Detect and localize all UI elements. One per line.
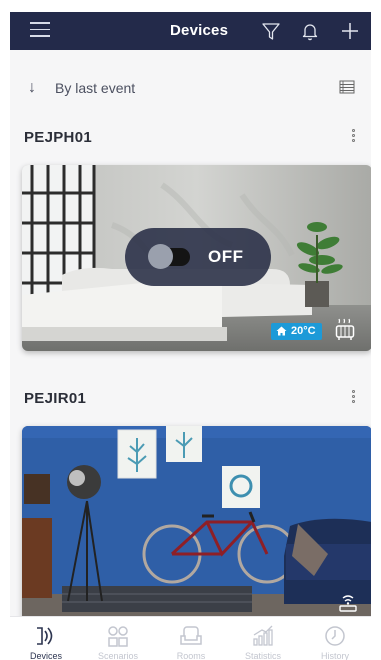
plus-icon[interactable] xyxy=(338,19,362,43)
temperature-badge: 20°C xyxy=(271,323,322,340)
device-card-pejph01[interactable]: OFF 20°C xyxy=(22,165,371,351)
heater-icon xyxy=(335,318,355,340)
tab-statistics[interactable]: Statistics xyxy=(227,617,299,660)
sort-bar[interactable]: ↓ By last event xyxy=(10,70,371,104)
tab-scenarios[interactable]: Scenarios xyxy=(82,617,154,660)
sort-arrow-icon[interactable]: ↓ xyxy=(28,79,36,97)
history-icon xyxy=(325,626,345,646)
blue-room-image xyxy=(22,426,371,626)
temperature-value: 20°C xyxy=(291,325,316,337)
filter-icon[interactable] xyxy=(259,19,283,43)
more-options-icon[interactable] xyxy=(349,388,357,408)
tab-label: Rooms xyxy=(176,651,206,660)
menu-icon[interactable] xyxy=(30,22,50,40)
device-name: PEJPH01 xyxy=(24,129,92,146)
power-toggle[interactable]: OFF xyxy=(125,228,271,286)
bell-icon[interactable] xyxy=(298,19,322,43)
devices-icon xyxy=(37,627,53,645)
tab-history[interactable]: History xyxy=(299,617,371,660)
device-card-pejir01[interactable] xyxy=(22,426,371,626)
tab-label: Devices xyxy=(29,651,62,660)
tab-label: Scenarios xyxy=(97,651,139,660)
sort-label[interactable]: By last event xyxy=(55,80,135,96)
more-options-icon[interactable] xyxy=(349,127,357,147)
scenarios-icon xyxy=(108,626,128,647)
toggle-knob xyxy=(148,244,173,269)
list-view-icon[interactable] xyxy=(339,80,355,94)
statistics-icon xyxy=(253,625,273,646)
tab-devices[interactable]: Devices xyxy=(10,617,82,660)
home-icon xyxy=(276,326,287,336)
top-bar: Devices xyxy=(10,12,371,50)
tab-label: History xyxy=(320,651,349,660)
power-state-label: OFF xyxy=(208,247,244,266)
router-icon xyxy=(339,595,357,612)
page-title: Devices xyxy=(170,22,229,39)
device-name: PEJIR01 xyxy=(24,390,87,407)
rooms-icon xyxy=(180,626,202,645)
tab-label: Statistics xyxy=(244,651,281,660)
app-screen: Devices ↓ By last event PEJPH01 OFF 20°C… xyxy=(10,12,371,660)
tab-rooms[interactable]: Rooms xyxy=(155,617,227,660)
bottom-tab-bar: Devices Scenarios Rooms Statistics Histo… xyxy=(10,616,371,660)
